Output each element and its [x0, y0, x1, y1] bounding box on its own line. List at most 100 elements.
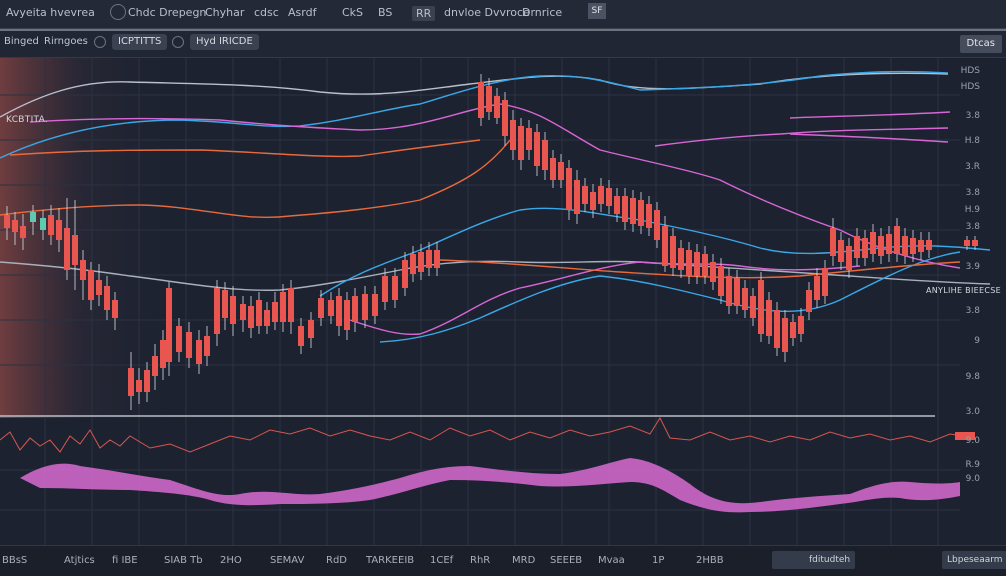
price-axis-label: H.9 — [964, 205, 980, 215]
candle-body — [854, 236, 860, 258]
candle-body — [726, 276, 732, 306]
bottom-item-13[interactable]: Mvaa — [598, 555, 625, 566]
bottom-item-4[interactable]: SIAB Tb — [164, 555, 203, 566]
candle-body — [318, 298, 324, 318]
price-axis-label: 3.8 — [965, 222, 980, 232]
price-axis-label: 3.8 — [965, 111, 980, 121]
candle-body — [402, 260, 408, 288]
bottom-item-11[interactable]: MRD — [512, 555, 535, 566]
candle-body — [862, 238, 868, 258]
price-chart[interactable] — [0, 0, 1006, 575]
candle-body — [782, 318, 788, 352]
bottom-item-2[interactable]: Atjtics — [64, 555, 95, 566]
candle-body — [104, 286, 110, 310]
bottom-status-bar: BBsS Atjtics fi IBE SIAB Tb 2HO SEMAV Rd… — [0, 545, 1006, 576]
candle-body — [766, 300, 772, 336]
candle-body — [878, 236, 884, 256]
candle-body — [662, 226, 668, 266]
price-axis-label: HDS — [960, 82, 980, 92]
candle-body — [288, 288, 294, 322]
candle-body — [526, 128, 532, 150]
bottom-item-14[interactable]: 1P — [652, 555, 664, 566]
candle-body — [734, 278, 740, 306]
candle-body — [838, 240, 844, 262]
candle-body — [12, 220, 18, 232]
candle-body — [144, 370, 150, 392]
candle-body — [694, 252, 700, 276]
candle-body — [382, 276, 388, 302]
candle-body — [136, 380, 142, 392]
candle-body — [298, 326, 304, 346]
bottom-button-2[interactable]: fditudteh — [804, 551, 856, 569]
bottom-item-8[interactable]: TARKEEIB — [366, 555, 414, 566]
candle-body — [418, 252, 424, 272]
candle-body — [654, 210, 660, 240]
bottom-item-3[interactable]: fi IBE — [112, 555, 138, 566]
candle-body — [272, 302, 278, 322]
candle-body — [166, 288, 172, 362]
candle-body — [4, 215, 10, 228]
candle-body — [518, 126, 524, 160]
candle-body — [606, 188, 612, 206]
candle-body — [112, 300, 118, 318]
candle-body — [128, 368, 134, 396]
price-axis-label: 9.0 — [965, 474, 980, 484]
candle-body — [88, 270, 94, 300]
price-axis-label: R.9 — [965, 460, 980, 470]
bottom-item-5[interactable]: 2HO — [220, 555, 242, 566]
price-axis-label: 3.R — [965, 162, 980, 172]
candle-body — [72, 235, 78, 265]
candle-body — [64, 228, 70, 270]
candle-body — [56, 220, 62, 240]
candle-body — [918, 240, 924, 252]
candle-body — [248, 306, 254, 328]
bottom-item-15[interactable]: 2HBB — [696, 555, 724, 566]
candle-body — [614, 196, 620, 214]
candle-body — [710, 262, 716, 282]
price-axis-label: H.8 — [964, 136, 980, 146]
candle-body — [630, 198, 636, 224]
candle-body — [352, 296, 358, 322]
bottom-button-1[interactable] — [772, 551, 806, 569]
candle-body — [702, 254, 708, 276]
candle-body — [48, 215, 54, 235]
candle-body — [510, 120, 516, 150]
bottom-item-7[interactable]: RdD — [326, 555, 347, 566]
candle-body — [574, 180, 580, 214]
candle-body — [542, 140, 548, 170]
candle-body — [646, 204, 652, 228]
candle-body — [214, 288, 220, 334]
candle-body — [926, 240, 932, 250]
candle-body — [222, 290, 228, 318]
price-axis-label: 3.8 — [965, 188, 980, 198]
candle-body — [686, 250, 692, 276]
candle-body — [230, 296, 236, 324]
candle-body — [264, 310, 270, 326]
bottom-item-10[interactable]: RhR — [470, 555, 490, 566]
bottom-item-12[interactable]: SEEEB — [550, 555, 582, 566]
candle-body — [176, 326, 182, 352]
candle-body — [502, 100, 508, 136]
candle-body — [196, 340, 202, 364]
candle-body — [822, 268, 828, 296]
price-axis-label: 9.8 — [965, 372, 980, 382]
bottom-item-1[interactable]: BBsS — [2, 555, 27, 566]
bottom-item-9[interactable]: 1CEf — [430, 555, 453, 566]
candle-body — [678, 248, 684, 270]
candle-body — [814, 276, 820, 300]
candle-body — [638, 200, 644, 226]
candle-body — [392, 276, 398, 300]
price-axis-label: 3.0 — [965, 407, 980, 417]
price-axis-label: 3.8 — [965, 306, 980, 316]
candle-body — [622, 196, 628, 222]
candle-body — [550, 158, 556, 180]
candle-body — [598, 186, 604, 204]
candle-body — [718, 266, 724, 296]
candle-body — [886, 234, 892, 254]
bottom-button-3[interactable]: Lbpeseaarm — [942, 551, 1006, 569]
candle-body — [566, 168, 572, 210]
candle-body — [426, 250, 432, 268]
candle-body — [80, 260, 86, 280]
bottom-item-6[interactable]: SEMAV — [270, 555, 304, 566]
candle-body — [362, 294, 368, 320]
